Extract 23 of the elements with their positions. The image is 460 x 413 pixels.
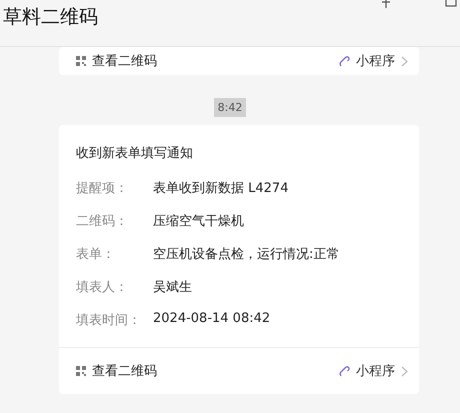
chevron-right-icon [401,366,408,376]
mini-program-link[interactable]: 小程序 [356,362,395,380]
mini-program-link[interactable]: 小程序 [356,52,395,70]
window-title: 草料二维码 [3,5,98,30]
field-label: 填表人： [76,279,129,296]
link-icon [339,365,350,377]
link-icon [339,55,350,67]
field-value: 压缩空气干燥机 [153,213,244,230]
chevron-right-icon [401,56,408,66]
field-label: 二维码： [76,213,129,230]
timestamp: 8:42 [214,98,246,117]
card-title: 收到新表单填写通知 [75,145,194,163]
qr-code-icon [76,56,86,66]
field-value: 表单收到新数据 L4274 [153,180,288,197]
view-qr-code-link[interactable]: 查看二维码 [92,362,157,380]
view-qr-code-link[interactable]: 查看二维码 [92,52,157,70]
field-label: 提醒项： [76,180,129,197]
field-label: 表单： [76,246,116,263]
field-value: 2024-08-14 08:42 [153,311,270,328]
field-value: 吴斌生 [153,279,192,296]
field-value: 空压机设备点检，运行情况:正常 [153,246,340,263]
qr-code-icon [76,366,86,376]
field-label: 填表时间： [76,312,142,329]
